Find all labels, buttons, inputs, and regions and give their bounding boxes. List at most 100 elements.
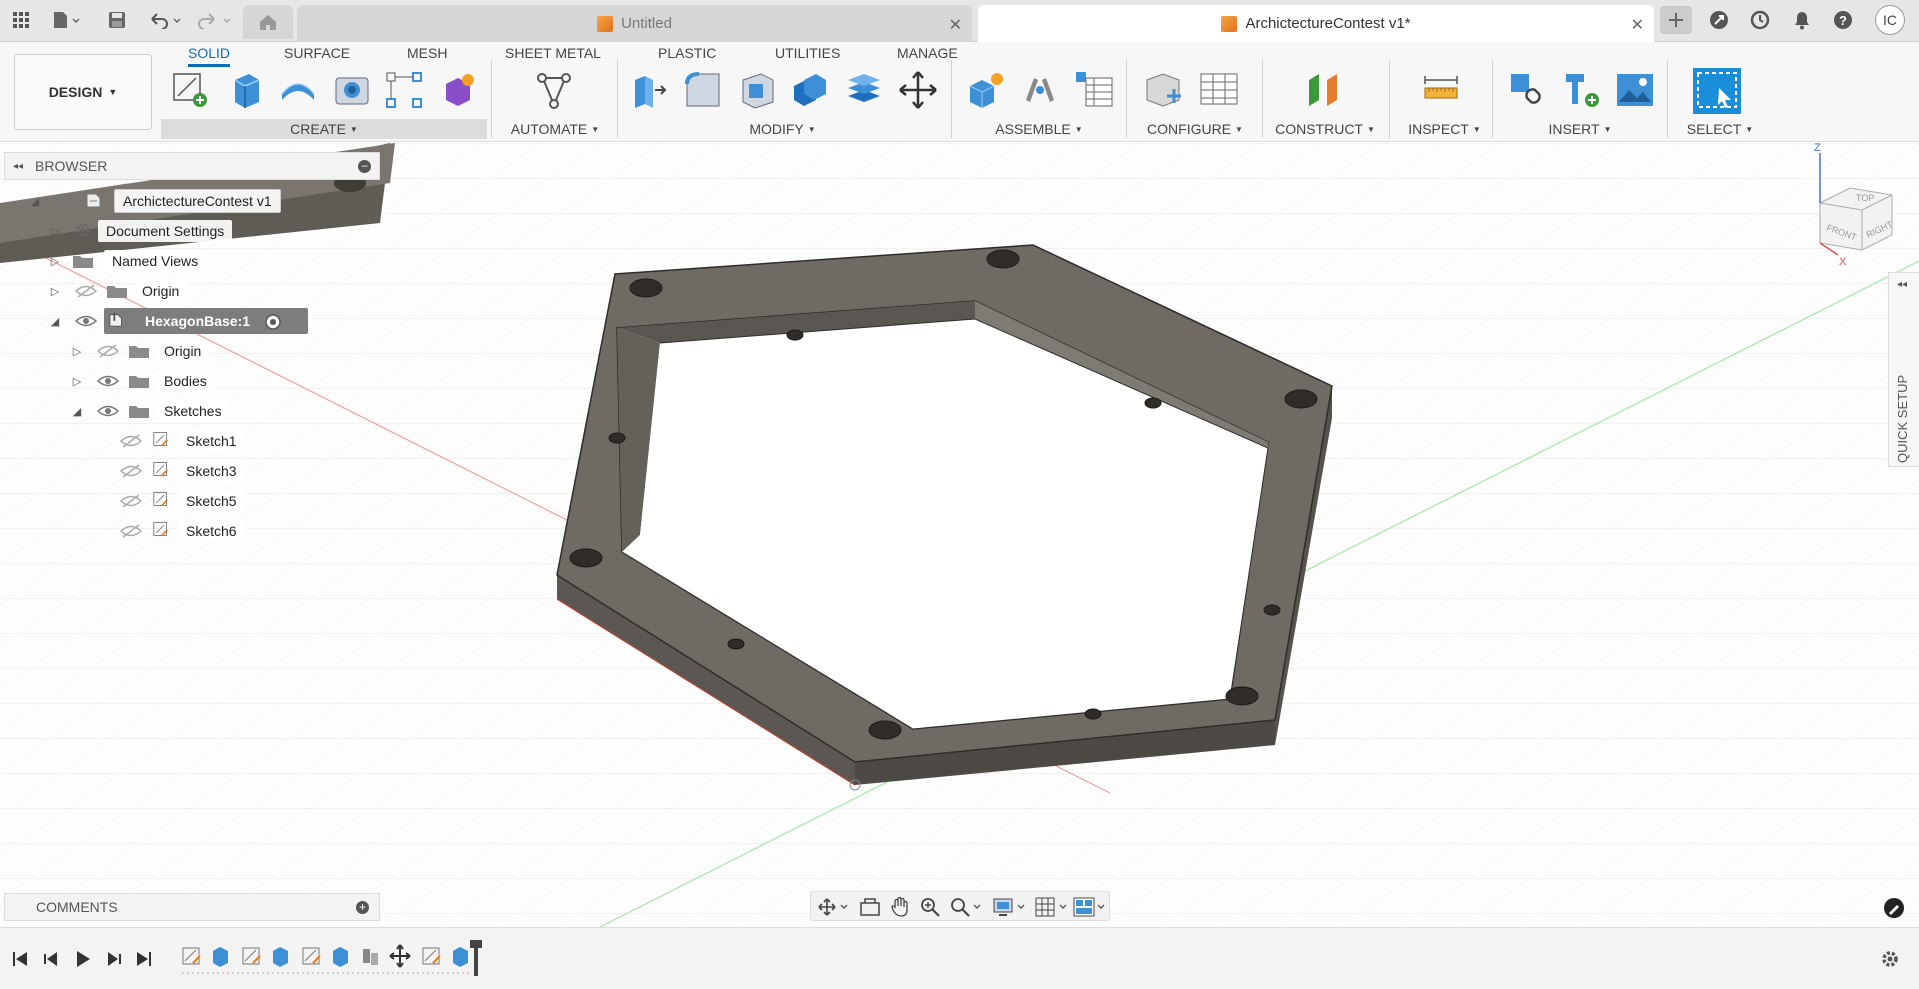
measure-icon[interactable] — [1421, 70, 1461, 110]
assemble-menu[interactable]: ASSEMBLE ▼ — [960, 119, 1118, 139]
timeline-marker-handle[interactable] — [470, 940, 482, 948]
offset-face-icon[interactable] — [844, 70, 884, 110]
expand-triangle-icon[interactable]: ▷ — [48, 284, 62, 298]
expand-triangle-icon[interactable]: ▷ — [70, 344, 84, 358]
visibility-eye-icon[interactable] — [97, 403, 119, 419]
inspect-menu[interactable]: INSPECT ▼ — [1392, 119, 1497, 139]
hidden-eye-icon[interactable] — [120, 523, 142, 539]
tab-surface[interactable]: SURFACE — [284, 45, 350, 67]
help-icon[interactable]: ? — [1829, 6, 1857, 34]
collapse-triangle-icon[interactable]: ◢ — [70, 404, 84, 418]
timeline-features[interactable] — [180, 943, 480, 977]
home-icon[interactable] — [243, 5, 293, 39]
undo-icon[interactable] — [146, 6, 184, 34]
orbit-icon[interactable] — [817, 897, 851, 917]
fit-zoom-icon[interactable] — [949, 896, 983, 918]
bill-of-materials-icon[interactable] — [1074, 70, 1114, 110]
create-sketch-icon[interactable] — [170, 70, 210, 110]
expand-triangle-icon[interactable]: ▷ — [70, 374, 84, 388]
window-select-icon[interactable] — [1693, 68, 1741, 114]
insert-menu[interactable]: INSERT ▼ — [1500, 119, 1660, 139]
step-forward-icon[interactable] — [103, 949, 123, 969]
tab-solid[interactable]: SOLID — [188, 45, 230, 67]
configuration-table-icon[interactable] — [1199, 70, 1239, 110]
tab-plastic[interactable]: PLASTIC — [658, 45, 716, 67]
quick-setup-panel[interactable]: ◂◂ QUICK SETUP — [1888, 272, 1919, 467]
tree-item-sketch6[interactable]: Sketch6 — [118, 518, 245, 544]
file-menu-icon[interactable] — [48, 6, 84, 34]
zoom-icon[interactable] — [919, 896, 941, 918]
extrude-icon[interactable] — [225, 70, 265, 110]
tree-item-sketch5[interactable]: Sketch5 — [118, 488, 245, 514]
hidden-eye-icon[interactable] — [120, 463, 142, 479]
pan-hand-icon[interactable] — [889, 896, 911, 918]
offset-plane-icon[interactable] — [1305, 70, 1345, 110]
hidden-eye-icon[interactable] — [75, 283, 97, 299]
modify-menu[interactable]: MODIFY ▼ — [620, 119, 945, 139]
shell-icon[interactable] — [737, 70, 777, 110]
insert-canvas-icon[interactable] — [1615, 70, 1655, 110]
configure-menu[interactable]: CONFIGURE ▼ — [1130, 119, 1260, 139]
tab-untitled[interactable]: Untitled ✕ — [297, 5, 972, 42]
collapse-triangle-icon[interactable]: ◢ — [48, 314, 62, 328]
expand-triangle-icon[interactable]: ▷ — [48, 224, 62, 238]
tree-item-hexagonbase[interactable]: ◢ HexagonBase:1 — [48, 308, 308, 334]
tab-utilities[interactable]: UTILITIES — [775, 45, 840, 67]
create-menu[interactable]: CREATE ▼ — [161, 119, 487, 139]
construct-menu[interactable]: CONSTRUCT ▼ — [1265, 119, 1385, 139]
user-avatar[interactable]: IC — [1875, 5, 1905, 35]
visibility-eye-icon[interactable] — [97, 373, 119, 389]
automate-icon[interactable] — [534, 70, 574, 110]
hole-icon[interactable] — [332, 70, 372, 110]
expand-panel-icon[interactable]: ◂◂ — [1897, 279, 1907, 290]
go-to-start-icon[interactable] — [10, 949, 30, 969]
tree-item-document-settings[interactable]: ▷ Document Settings — [48, 218, 233, 244]
tab-mesh[interactable]: MESH — [407, 45, 447, 67]
hidden-eye-icon[interactable] — [97, 343, 119, 359]
visibility-eye-icon[interactable] — [75, 313, 97, 329]
look-at-icon[interactable] — [859, 897, 881, 917]
collapse-triangle-icon[interactable]: ◢ — [28, 194, 42, 208]
hidden-eye-icon[interactable] — [120, 433, 142, 449]
new-component-icon[interactable] — [966, 70, 1006, 110]
redo-icon[interactable] — [196, 6, 234, 34]
revolve-icon[interactable] — [278, 70, 318, 110]
tree-item-origin-2[interactable]: ▷ Origin — [70, 338, 210, 364]
select-menu[interactable]: SELECT ▼ — [1670, 119, 1770, 139]
viewports-icon[interactable] — [1073, 896, 1107, 918]
move-copy-icon[interactable] — [898, 70, 938, 110]
automate-menu[interactable]: AUTOMATE ▼ — [505, 119, 605, 139]
canvas-viewport[interactable]: TOP FRONT RIGHT Z X — [0, 143, 1919, 927]
play-icon[interactable] — [73, 949, 93, 969]
close-icon[interactable]: ✕ — [1631, 15, 1644, 35]
grid-settings-icon[interactable] — [1035, 896, 1069, 918]
sketch-palette-icon[interactable] — [1884, 898, 1904, 918]
insert-derive-icon[interactable] — [1507, 70, 1547, 110]
press-pull-icon[interactable] — [629, 70, 669, 110]
visibility-eye-icon[interactable] — [52, 193, 74, 209]
configure-design-icon[interactable] — [1143, 70, 1183, 110]
add-comment-icon[interactable]: + — [356, 901, 369, 914]
expand-triangle-icon[interactable]: ▷ — [48, 254, 62, 268]
tab-archictecturecontest[interactable]: ArchictectureContest v1* ✕ — [978, 5, 1654, 42]
create-form-icon[interactable] — [438, 70, 478, 110]
workspace-switcher[interactable]: DESIGN ▼ — [14, 54, 152, 130]
close-icon[interactable]: ✕ — [949, 15, 962, 35]
save-icon[interactable] — [106, 6, 128, 34]
minimize-browser-icon[interactable]: – — [358, 160, 371, 173]
activate-component-icon[interactable] — [264, 313, 282, 331]
tree-item-sketches[interactable]: ◢ Sketches — [70, 398, 230, 424]
job-status-icon[interactable] — [1746, 6, 1774, 34]
tab-sheet-metal[interactable]: SHEET METAL — [505, 45, 601, 67]
notifications-bell-icon[interactable] — [1788, 6, 1816, 34]
model-canvas[interactable]: TOP FRONT RIGHT Z X — [0, 143, 1919, 927]
combine-icon[interactable] — [790, 70, 830, 110]
tree-item-origin[interactable]: ▷ Origin — [48, 278, 188, 304]
collapse-panel-icon[interactable]: ◂◂ — [13, 161, 23, 172]
insert-mcmaster-icon[interactable] — [1562, 70, 1602, 110]
tab-manage[interactable]: MANAGE — [897, 45, 958, 67]
tree-item-sketch1[interactable]: Sketch1 — [118, 428, 245, 454]
step-back-icon[interactable] — [42, 949, 62, 969]
display-settings-icon[interactable] — [993, 896, 1027, 918]
new-tab-icon[interactable] — [1660, 6, 1692, 34]
